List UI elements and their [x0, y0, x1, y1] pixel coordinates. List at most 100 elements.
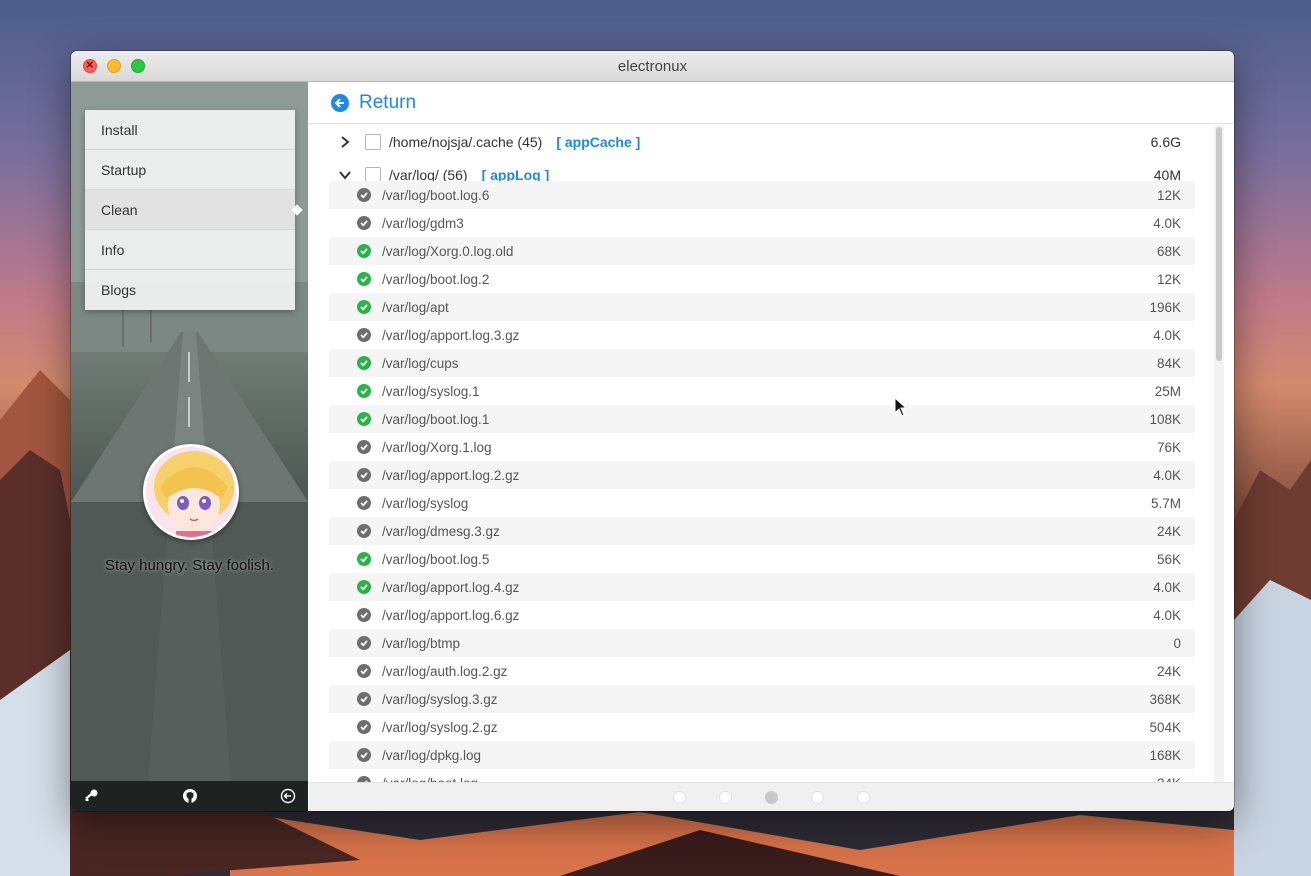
page-dot[interactable]	[857, 790, 870, 804]
key-icon[interactable]	[83, 788, 99, 804]
motto-text: Stay hungry. Stay foolish.	[105, 557, 274, 574]
file-row[interactable]: /var/log/dpkg.log 168K	[329, 741, 1195, 769]
file-path: /var/log/dmesg.3.gz	[382, 523, 500, 539]
return-icon[interactable]	[331, 93, 349, 112]
file-path: /var/log/gdm3	[382, 215, 464, 231]
page-indicator	[309, 782, 1234, 811]
check-circle-pending-icon	[357, 692, 371, 706]
file-size: 56K	[1156, 551, 1181, 567]
group-checkbox[interactable]	[365, 133, 381, 150]
file-size: 4.0K	[1153, 467, 1181, 483]
check-circle-icon	[357, 412, 371, 426]
file-size: 4.0K	[1153, 327, 1181, 343]
check-circle-pending-icon	[357, 664, 371, 678]
check-circle-icon	[357, 300, 371, 314]
clean-list: /home/nojsja/.cache (45) [ appCache ] 6.…	[329, 125, 1224, 782]
file-row[interactable]: /var/log/dmesg.3.gz 24K	[329, 517, 1195, 545]
mouse-cursor-icon	[894, 397, 908, 417]
file-row[interactable]: /var/log/syslog.1 25M	[329, 377, 1195, 405]
avatar[interactable]	[143, 444, 239, 540]
file-row[interactable]: /var/log/apport.log.2.gz 4.0K	[329, 461, 1195, 489]
file-row[interactable]: /var/log/auth.log.2.gz 24K	[329, 657, 1195, 685]
file-size: 196K	[1149, 299, 1181, 315]
file-size: 84K	[1156, 355, 1181, 371]
sidebar-item-info[interactable]: Info	[85, 230, 295, 270]
maximize-window-button[interactable]	[131, 59, 145, 73]
file-size: 68K	[1156, 243, 1181, 259]
file-row[interactable]: /var/log/apport.log.3.gz 4.0K	[329, 321, 1195, 349]
file-size: 24K	[1156, 663, 1181, 679]
page-dot[interactable]	[673, 790, 686, 804]
main-panel: Return /home/nojsja/.cache (45) [ appCac…	[309, 82, 1234, 811]
title-bar: electronux	[71, 51, 1234, 82]
file-row[interactable]: /var/log/syslog 5.7M	[329, 489, 1195, 517]
sidebar-item-startup[interactable]: Startup	[85, 150, 295, 190]
file-size: 168K	[1149, 747, 1181, 763]
file-size: 12K	[1156, 187, 1181, 203]
file-path: /var/log/syslog.3.gz	[382, 691, 498, 707]
close-window-button[interactable]	[83, 57, 97, 73]
file-path: /var/log/boot.log.6	[382, 187, 490, 203]
file-path: /var/log/auth.log.2.gz	[382, 663, 508, 679]
minimize-window-button[interactable]	[107, 59, 121, 73]
check-circle-icon	[357, 272, 371, 286]
file-row[interactable]: /var/log/syslog.3.gz 368K	[329, 685, 1195, 713]
check-circle-pending-icon	[357, 468, 371, 482]
scrollbar-thumb[interactable]	[1216, 127, 1222, 361]
github-icon[interactable]	[182, 788, 198, 804]
file-size: 4.0K	[1153, 215, 1181, 231]
sidebar-item-blogs[interactable]: Blogs	[85, 270, 295, 310]
check-circle-pending-icon	[357, 496, 371, 510]
check-circle-pending-icon	[357, 188, 371, 202]
group-row-appcache[interactable]: /home/nojsja/.cache (45) [ appCache ] 6.…	[329, 125, 1195, 158]
check-circle-pending-icon	[357, 524, 371, 538]
file-row[interactable]: /var/log/syslog.2.gz 504K	[329, 713, 1195, 741]
sidebar-item-clean[interactable]: Clean	[85, 190, 295, 230]
chevron-down-icon[interactable]	[337, 170, 353, 180]
page-dot[interactable]	[811, 790, 824, 804]
page-dot[interactable]	[719, 790, 732, 804]
file-row[interactable]: /var/log/boot.log.1 108K	[329, 405, 1195, 433]
file-row[interactable]: /var/log/apport.log.6.gz 4.0K	[329, 601, 1195, 629]
file-row[interactable]: /var/log/boot.log.2 12K	[329, 265, 1195, 293]
return-button[interactable]: Return	[359, 92, 416, 114]
file-path: /var/log/Xorg.1.log	[382, 439, 492, 455]
file-path: /var/log/apport.log.4.gz	[382, 579, 520, 595]
file-path: /var/log/Xorg.0.log.old	[382, 243, 514, 259]
file-path: /var/log/cups	[382, 355, 459, 371]
logout-icon[interactable]	[280, 788, 296, 804]
file-row[interactable]: /var/log/btmp 0	[329, 629, 1195, 657]
check-circle-pending-icon	[357, 328, 371, 342]
file-size: 4.0K	[1153, 579, 1181, 595]
file-row[interactable]: /var/log/apport.log.4.gz 4.0K	[329, 573, 1195, 601]
file-size: 0	[1173, 635, 1181, 651]
file-row[interactable]: /var/log/boot.log.5 56K	[329, 545, 1195, 573]
file-row[interactable]: /var/log/Xorg.0.log.old 68K	[329, 237, 1195, 265]
sidebar: Install Startup Clean Info Blogs Stay hu…	[71, 82, 308, 811]
file-path: /var/log/boot.log.5	[382, 551, 490, 567]
file-row[interactable]: /var/log/gdm3 4.0K	[329, 209, 1195, 237]
file-path: /var/log/boot.log.2	[382, 271, 490, 287]
file-size: 24K	[1156, 523, 1181, 539]
file-path: /var/log/apport.log.6.gz	[382, 607, 520, 623]
file-path: /var/log/apport.log.2.gz	[382, 467, 520, 483]
check-circle-pending-icon	[357, 720, 371, 734]
file-row[interactable]: /var/log/apt 196K	[329, 293, 1195, 321]
file-path: /var/log/dpkg.log	[382, 747, 482, 763]
scrollbar[interactable]	[1214, 125, 1224, 782]
sidebar-menu: Install Startup Clean Info Blogs	[85, 110, 295, 310]
file-path: /var/log/syslog	[382, 495, 469, 511]
page-dot[interactable]	[765, 790, 778, 804]
group-size: 6.6G	[1150, 133, 1181, 150]
file-row[interactable]: /var/log/boot.log24K	[329, 769, 1195, 782]
chevron-right-icon[interactable]	[337, 135, 353, 148]
file-path: /var/log/syslog.1	[382, 383, 480, 399]
file-row[interactable]: /var/log/boot.log.6 12K	[329, 181, 1195, 209]
sidebar-item-install[interactable]: Install	[85, 110, 295, 150]
check-circle-icon	[357, 580, 371, 594]
file-size: 5.7M	[1150, 495, 1181, 511]
file-row[interactable]: /var/log/Xorg.1.log 76K	[329, 433, 1195, 461]
file-path: /var/log/apt	[382, 299, 449, 315]
file-row[interactable]: /var/log/cups 84K	[329, 349, 1195, 377]
window-title: electronux	[617, 58, 688, 75]
